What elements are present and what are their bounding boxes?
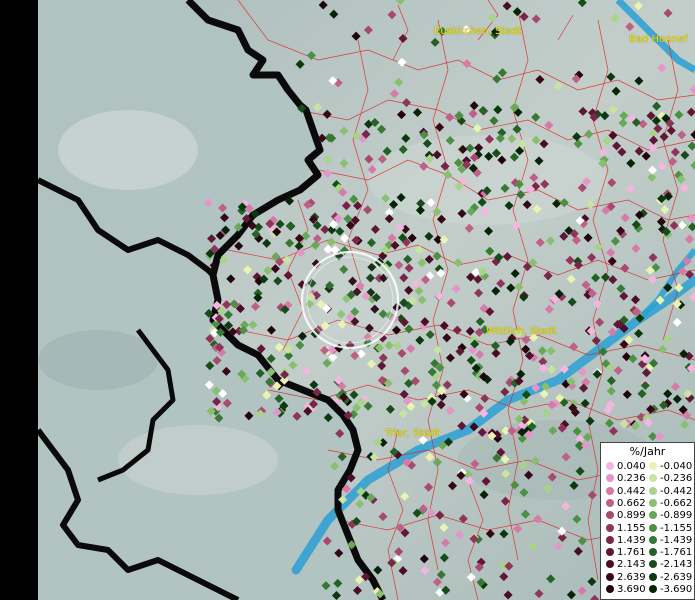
legend-label: -3.690 xyxy=(660,584,693,595)
legend-entry: -0.899 xyxy=(649,510,692,522)
legend-swatch xyxy=(649,572,657,581)
legend-entry: -0.662 xyxy=(649,498,692,510)
map-view[interactable]: Euskirchen, Stadt Bad Honnef Wittlich, S… xyxy=(38,0,695,600)
legend-label: 1.761 xyxy=(617,547,646,559)
legend-label: -2.143 xyxy=(660,559,693,571)
legend-entry: -3.690 xyxy=(649,584,692,596)
legend-entry: -1.439 xyxy=(649,535,692,547)
legend-swatch xyxy=(649,498,657,507)
legend-label: 0.662 xyxy=(617,497,646,509)
legend-label: 1.155 xyxy=(617,522,646,534)
legend-swatch xyxy=(649,535,657,544)
legend-swatch xyxy=(606,462,614,470)
legend-swatch xyxy=(606,523,614,532)
legend-entry: 2.639 xyxy=(606,572,646,584)
legend-entry: -2.639 xyxy=(649,572,692,584)
legend-entry: -0.236 xyxy=(649,473,692,485)
legend-entry: 1.439 xyxy=(606,535,646,547)
legend-label: -1.761 xyxy=(660,547,693,559)
legend-entry: -1.761 xyxy=(649,547,692,559)
legend-entry: 0.236 xyxy=(606,473,646,485)
legend-entry: 0.662 xyxy=(606,498,646,510)
legend-entry: 0.040 xyxy=(606,461,646,473)
legend-swatch xyxy=(606,560,614,569)
place-label: Trier, Stadt xyxy=(385,428,440,439)
legend-label: -0.662 xyxy=(660,497,693,509)
legend-label: 3.690 xyxy=(617,584,646,595)
legend-label: -2.639 xyxy=(660,571,693,583)
legend-label: -0.236 xyxy=(660,473,693,485)
legend-label: -0.040 xyxy=(660,461,693,472)
legend-entry: -2.143 xyxy=(649,559,692,571)
legend-label: 2.639 xyxy=(617,571,646,583)
legend-swatch xyxy=(649,560,657,569)
place-label: Euskirchen, Stadt xyxy=(434,26,522,37)
legend-swatch xyxy=(649,585,657,593)
legend-label: -1.439 xyxy=(660,534,693,546)
legend-swatch xyxy=(606,486,614,495)
legend-swatch xyxy=(606,498,614,507)
terrain-shade xyxy=(118,425,278,495)
legend-swatch xyxy=(606,548,614,557)
legend-swatch xyxy=(606,511,614,520)
legend-title: %/Jahr xyxy=(629,445,666,458)
map-canvas[interactable] xyxy=(38,0,695,600)
legend-label: 0.236 xyxy=(617,473,646,485)
legend-swatch xyxy=(606,474,614,483)
legend-swatch xyxy=(606,535,614,544)
legend-entry: -1.155 xyxy=(649,523,692,535)
legend-entry: 0.899 xyxy=(606,510,646,522)
terrain-shade xyxy=(58,110,198,190)
legend-entry: 1.761 xyxy=(606,547,646,559)
legend-swatch xyxy=(649,486,657,495)
place-label: Wittlich, Stadt xyxy=(486,326,557,337)
place-label: Bad Honnef xyxy=(629,34,688,45)
legend-label: 2.143 xyxy=(617,559,646,571)
legend-label: 0.442 xyxy=(617,485,646,497)
legend-label: -1.155 xyxy=(660,522,693,534)
map-legend: %/Jahr 0.040 0.236 0.442 0.662 0.899 1.155 1.4… xyxy=(600,442,695,600)
legend-entry: -0.442 xyxy=(649,486,692,498)
legend-swatch xyxy=(649,474,657,483)
legend-label: 0.899 xyxy=(617,510,646,522)
legend-swatch xyxy=(649,462,657,470)
left-black-bar xyxy=(0,0,38,600)
legend-swatch xyxy=(649,511,657,520)
legend-entry: 2.143 xyxy=(606,559,646,571)
legend-entry: 3.690 xyxy=(606,584,646,596)
legend-swatch xyxy=(606,585,614,593)
legend-entry: 0.442 xyxy=(606,486,646,498)
legend-label: 0.040 xyxy=(617,461,646,472)
legend-label: 1.439 xyxy=(617,534,646,546)
legend-label: -0.899 xyxy=(660,510,693,522)
legend-swatch xyxy=(606,572,614,581)
selection-circle[interactable] xyxy=(300,250,400,350)
legend-entry: -0.040 xyxy=(649,461,692,473)
legend-entry: 1.155 xyxy=(606,523,646,535)
terrain-shade xyxy=(38,330,158,390)
legend-swatch xyxy=(649,548,657,557)
legend-label: -0.442 xyxy=(660,485,693,497)
legend-swatch xyxy=(649,523,657,532)
